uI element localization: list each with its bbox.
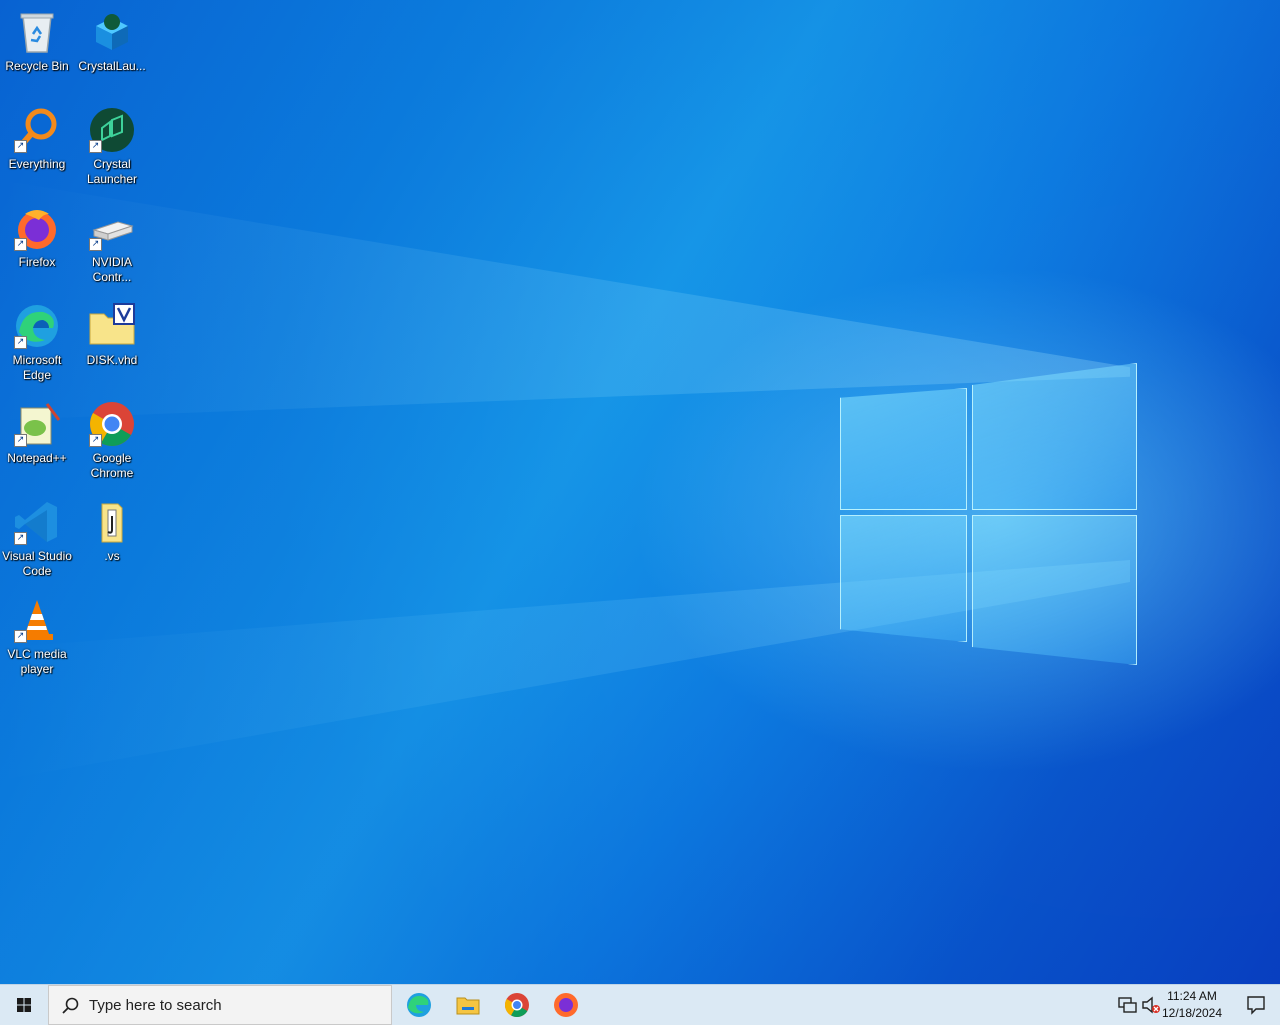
- taskbar-app-chrome[interactable]: [497, 989, 537, 1021]
- search-placeholder: Type here to search: [89, 997, 222, 1014]
- desktop-icon-label: Google Chrome: [90, 451, 134, 480]
- desktop-wallpaper: Recycle Bin ↗ Everything ↗ Firefox ↗ Mic…: [0, 0, 1280, 984]
- desktop-icon-google-chrome[interactable]: ↗ Google Chrome: [75, 396, 149, 490]
- desktop-icon-nvidia-control-panel[interactable]: ↗ NVIDIA Contr...: [75, 200, 149, 294]
- action-center-button[interactable]: [1232, 985, 1280, 1025]
- taskbar-search-box[interactable]: Type here to search: [48, 985, 392, 1025]
- shortcut-arrow-icon: ↗: [14, 434, 27, 447]
- desktop-icon-label: .vs: [104, 549, 120, 563]
- recycle-bin-icon: [20, 13, 54, 53]
- edge-icon: [407, 993, 431, 1017]
- taskbar-app-firefox[interactable]: [546, 989, 586, 1021]
- taskbar-app-file-explorer[interactable]: [448, 989, 488, 1021]
- desktop-icon-label: VLC media player: [7, 647, 67, 676]
- desktop-icon-label: CrystalLau...: [78, 59, 146, 73]
- desktop-icon-label: NVIDIA Contr...: [91, 255, 132, 284]
- shortcut-arrow-icon: ↗: [89, 434, 102, 447]
- desktop-icon-vs-folder[interactable]: .vs: [75, 494, 149, 588]
- desktop-icon-label: Recycle Bin: [5, 59, 69, 73]
- system-clock[interactable]: 11:24 AM 12/18/2024: [1160, 988, 1224, 1022]
- taskbar: Type here to search 11:24 AM 12/18/2024: [0, 984, 1280, 1025]
- logo-pane-bottom-right: [972, 515, 1137, 665]
- logo-pane-top-left: [840, 388, 967, 510]
- desktop-icon-label: Notepad++: [7, 451, 67, 465]
- desktop-icon-crystal-launcher-2[interactable]: ↗ Crystal Launcher: [75, 102, 149, 196]
- shortcut-arrow-icon: ↗: [14, 140, 27, 153]
- logo-pane-top-right: [972, 363, 1137, 510]
- desktop-icon-microsoft-edge[interactable]: ↗ Microsoft Edge: [0, 298, 74, 392]
- shortcut-arrow-icon: ↗: [89, 140, 102, 153]
- desktop-icon-notepad-plus-plus[interactable]: ↗ Notepad++: [0, 396, 74, 490]
- desktop-icon-label: Visual Studio Code: [2, 549, 72, 578]
- desktop-icon-vlc[interactable]: ↗ VLC media player: [0, 592, 74, 686]
- desktop-icon-recycle-bin[interactable]: Recycle Bin: [0, 4, 74, 98]
- desktop-icon-crystal-launcher-1[interactable]: CrystalLau...: [75, 4, 149, 98]
- clock-time: 11:24 AM: [1167, 989, 1217, 1003]
- search-icon: [62, 997, 79, 1014]
- vhd-file-icon: [89, 303, 135, 345]
- windows-start-icon: [17, 998, 31, 1012]
- desktop-icon-label: DISK.vhd: [86, 353, 138, 367]
- desktop-icon-firefox[interactable]: ↗ Firefox: [0, 200, 74, 294]
- chrome-icon: [504, 993, 529, 1018]
- taskbar-app-edge[interactable]: [399, 989, 439, 1021]
- desktop-icon-disk-vhd[interactable]: DISK.vhd: [75, 298, 149, 392]
- windows-logo: [835, 360, 1140, 665]
- shortcut-arrow-icon: ↗: [14, 238, 27, 251]
- file-explorer-icon: [456, 997, 480, 1015]
- shortcut-arrow-icon: ↗: [14, 532, 27, 545]
- desktop-icon-label: Crystal Launcher: [86, 157, 138, 186]
- desktop-icon-visual-studio-code[interactable]: ↗ Visual Studio Code: [0, 494, 74, 588]
- desktop-icon-label: Microsoft Edge: [12, 353, 62, 382]
- clock-date: 12/18/2024: [1161, 1006, 1223, 1020]
- shortcut-arrow-icon: ↗: [89, 238, 102, 251]
- network-icon[interactable]: [1116, 995, 1138, 1015]
- folder-icon: [101, 503, 123, 543]
- desktop-icon-everything[interactable]: ↗ Everything: [0, 102, 74, 196]
- crystal-launcher-icon: [96, 14, 128, 50]
- shortcut-arrow-icon: ↗: [14, 630, 27, 643]
- volume-muted-icon[interactable]: [1140, 995, 1162, 1015]
- shortcut-arrow-icon: ↗: [14, 336, 27, 349]
- desktop-icon-label: Everything: [8, 157, 66, 171]
- logo-pane-bottom-left: [840, 515, 967, 642]
- desktop-icon-label: Firefox: [18, 255, 56, 269]
- start-button[interactable]: [0, 985, 48, 1025]
- notification-icon: [1247, 996, 1265, 1015]
- firefox-icon: [554, 993, 578, 1017]
